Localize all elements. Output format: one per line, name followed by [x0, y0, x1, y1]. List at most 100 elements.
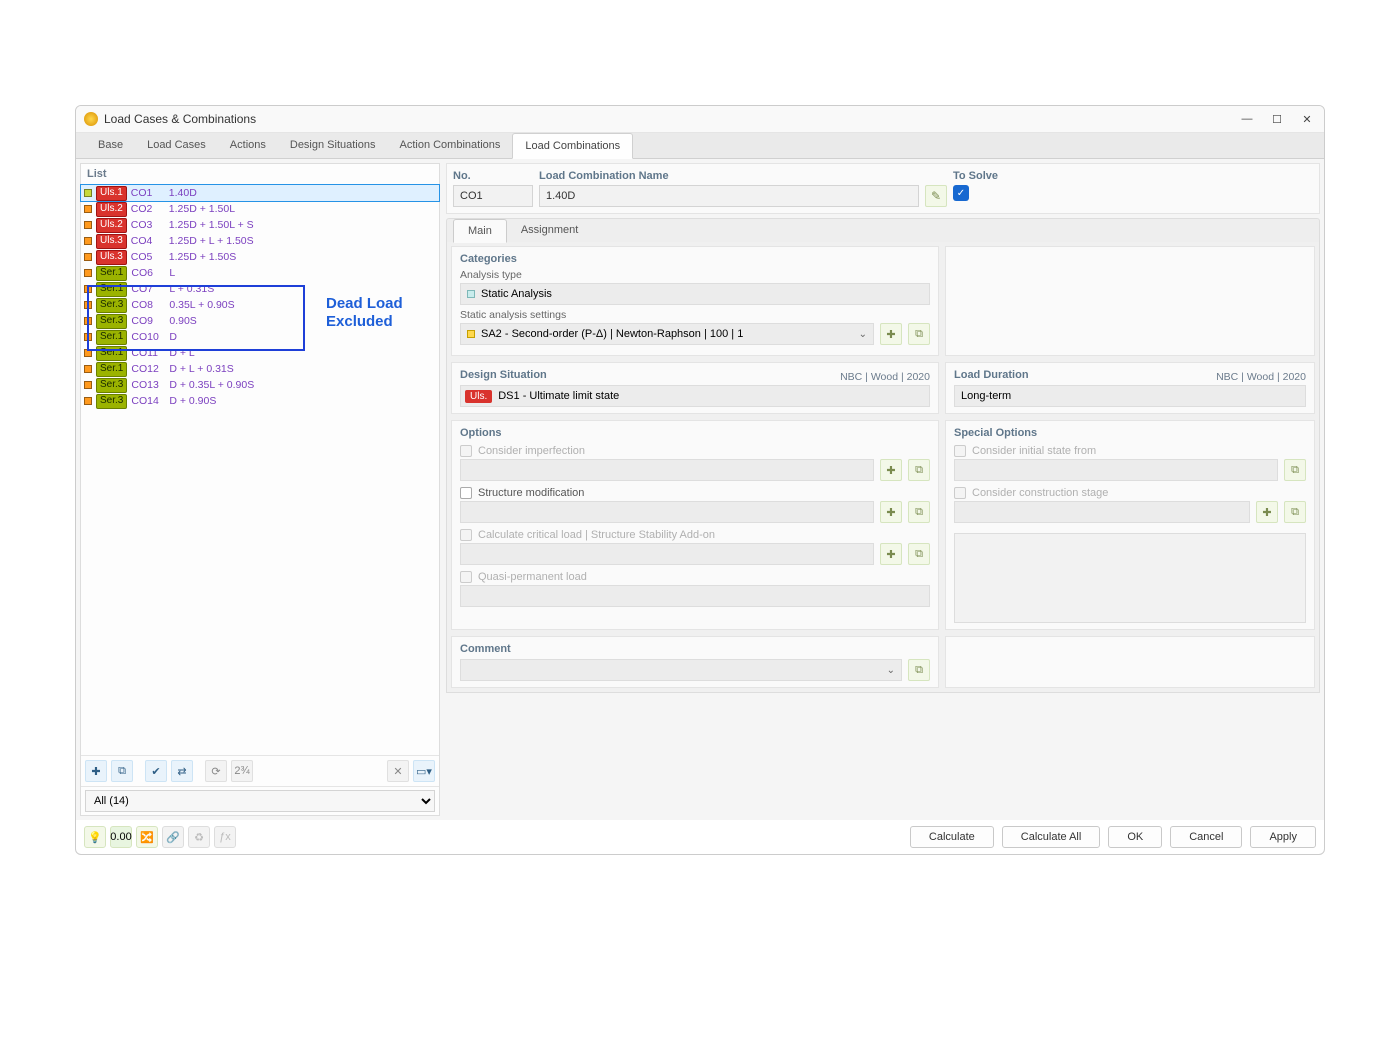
units-icon[interactable]: 0.00	[110, 826, 132, 848]
list-item[interactable]: Ser.1CO10D	[81, 329, 439, 345]
row-tag: Uls.2	[96, 218, 127, 233]
filter-select[interactable]: All (14)	[85, 790, 435, 812]
design-situation-panel: Design Situation NBC | Wood | 2020 Uls. …	[451, 362, 939, 414]
function-icon[interactable]: ƒx	[214, 826, 236, 848]
list-toolbar: ✚ ⧉ ✔ ⇄ ⟳ 2¾ ✕ ▭▾	[81, 755, 439, 786]
ld-field[interactable]: Long-term	[954, 385, 1306, 407]
construction-edit-icon[interactable]: ⧉	[1284, 501, 1306, 523]
edit-name-icon[interactable]: ✎	[925, 185, 947, 207]
structure-mod-checkbox[interactable]	[460, 487, 472, 499]
row-name: D	[169, 331, 177, 343]
row-tag: Ser.3	[96, 378, 127, 393]
row-co: CO14	[131, 395, 165, 407]
row-name: 1.40D	[169, 187, 197, 199]
imperfection-new-icon[interactable]: ✚	[880, 459, 902, 481]
row-tag: Uls.3	[96, 234, 127, 249]
ds-field[interactable]: Uls. DS1 - Ultimate limit state	[460, 385, 930, 407]
comment-title: Comment	[460, 643, 930, 655]
recycle-icon[interactable]: ♻	[188, 826, 210, 848]
copy-icon[interactable]: ⧉	[111, 760, 133, 782]
list-item[interactable]: Ser.1CO6L	[81, 265, 439, 281]
row-co: CO8	[131, 299, 165, 311]
structure-mod-new-icon[interactable]: ✚	[880, 501, 902, 523]
subtab-assignment[interactable]: Assignment	[507, 219, 592, 242]
detail-panel: No. CO1 Load Combination Name 1.40D ✎ To…	[446, 163, 1320, 816]
link-icon[interactable]: 🔗	[162, 826, 184, 848]
list-item[interactable]: Uls.2CO21.25D + 1.50L	[81, 201, 439, 217]
row-name: D + L + 0.31S	[169, 363, 233, 375]
bottom-toolbar: 💡 0.00 🔀 🔗 ♻ ƒx Calculate Calculate All …	[76, 820, 1324, 854]
titlebar: Load Cases & Combinations — ☐ ✕	[76, 106, 1324, 133]
comment-copy-icon[interactable]: ⧉	[908, 659, 930, 681]
view-mode-icon[interactable]: ▭▾	[413, 760, 435, 782]
cancel-button[interactable]: Cancel	[1170, 826, 1242, 848]
tab-actions[interactable]: Actions	[218, 133, 278, 158]
list-item[interactable]: Ser.1CO12D + L + 0.31S	[81, 361, 439, 377]
name-input[interactable]: 1.40D	[539, 185, 919, 207]
tab-load-cases[interactable]: Load Cases	[135, 133, 218, 158]
refresh-icon[interactable]: ⟳	[205, 760, 227, 782]
to-solve-checkbox[interactable]: ✓	[953, 185, 969, 201]
structure-mod-edit-icon[interactable]: ⧉	[908, 501, 930, 523]
apply-button[interactable]: Apply	[1250, 826, 1316, 848]
calculate-button[interactable]: Calculate	[910, 826, 994, 848]
delete-icon[interactable]: ✕	[387, 760, 409, 782]
swap-icon[interactable]: ⇄	[171, 760, 193, 782]
maximize-button[interactable]: ☐	[1268, 110, 1286, 128]
number-icon[interactable]: 2¾	[231, 760, 253, 782]
initial-state-checkbox	[954, 445, 966, 457]
calculate-all-button[interactable]: Calculate All	[1002, 826, 1101, 848]
row-name: D + 0.90S	[169, 395, 216, 407]
sas-label: Static analysis settings	[460, 309, 930, 321]
row-bullet-icon	[84, 333, 92, 341]
row-tag: Ser.1	[96, 266, 127, 281]
tab-load-combinations[interactable]: Load Combinations	[512, 133, 633, 159]
critical-load-label: Calculate critical load | Structure Stab…	[478, 529, 715, 541]
list-item[interactable]: Ser.3CO14D + 0.90S	[81, 393, 439, 409]
critical-load-input	[460, 543, 874, 565]
special-title: Special Options	[954, 427, 1306, 439]
sas-dropdown[interactable]: SA2 - Second-order (P-Δ) | Newton-Raphso…	[460, 323, 874, 345]
tab-action-combinations[interactable]: Action Combinations	[387, 133, 512, 158]
row-co: CO9	[131, 315, 165, 327]
sas-edit-icon[interactable]: ⧉	[908, 323, 930, 345]
comment-input[interactable]: ⌄	[460, 659, 902, 681]
sas-new-icon[interactable]: ✚	[880, 323, 902, 345]
row-bullet-icon	[84, 285, 92, 293]
row-bullet-icon	[84, 237, 92, 245]
quasi-label: Quasi-permanent load	[478, 571, 587, 583]
critical-load-new-icon[interactable]: ✚	[880, 543, 902, 565]
construction-input	[954, 501, 1250, 523]
critical-load-edit-icon[interactable]: ⧉	[908, 543, 930, 565]
categories-title: Categories	[460, 253, 930, 265]
tab-design-situations[interactable]: Design Situations	[278, 133, 388, 158]
reorder-icon[interactable]: 🔀	[136, 826, 158, 848]
help-icon[interactable]: 💡	[84, 826, 106, 848]
row-bullet-icon	[84, 189, 92, 197]
subtab-main[interactable]: Main	[453, 219, 507, 243]
row-co: CO10	[131, 331, 165, 343]
list-item[interactable]: Uls.2CO31.25D + 1.50L + S	[81, 217, 439, 233]
list-item[interactable]: Uls.3CO41.25D + L + 1.50S	[81, 233, 439, 249]
sas-value: SA2 - Second-order (P-Δ) | Newton-Raphso…	[481, 328, 743, 340]
row-bullet-icon	[84, 301, 92, 309]
accept-icon[interactable]: ✔	[145, 760, 167, 782]
construction-label: Consider construction stage	[972, 487, 1108, 499]
quasi-input	[460, 585, 930, 607]
list-item[interactable]: Ser.3CO13D + 0.35L + 0.90S	[81, 377, 439, 393]
tab-base[interactable]: Base	[86, 133, 135, 158]
minimize-button[interactable]: —	[1238, 110, 1256, 128]
list-item[interactable]: Uls.1CO11.40D	[81, 185, 439, 201]
row-name: 1.25D + 1.50L	[169, 203, 235, 215]
imperfection-edit-icon[interactable]: ⧉	[908, 459, 930, 481]
ok-button[interactable]: OK	[1108, 826, 1162, 848]
new-icon[interactable]: ✚	[85, 760, 107, 782]
initial-state-edit-icon[interactable]: ⧉	[1284, 459, 1306, 481]
close-button[interactable]: ✕	[1298, 110, 1316, 128]
list-item[interactable]: Ser.1CO11D + L	[81, 345, 439, 361]
list-item[interactable]: Uls.3CO51.25D + 1.50S	[81, 249, 439, 265]
no-input[interactable]: CO1	[453, 185, 533, 207]
row-name: 1.25D + L + 1.50S	[169, 235, 254, 247]
construction-new-icon[interactable]: ✚	[1256, 501, 1278, 523]
analysis-type-field[interactable]: Static Analysis	[460, 283, 930, 305]
